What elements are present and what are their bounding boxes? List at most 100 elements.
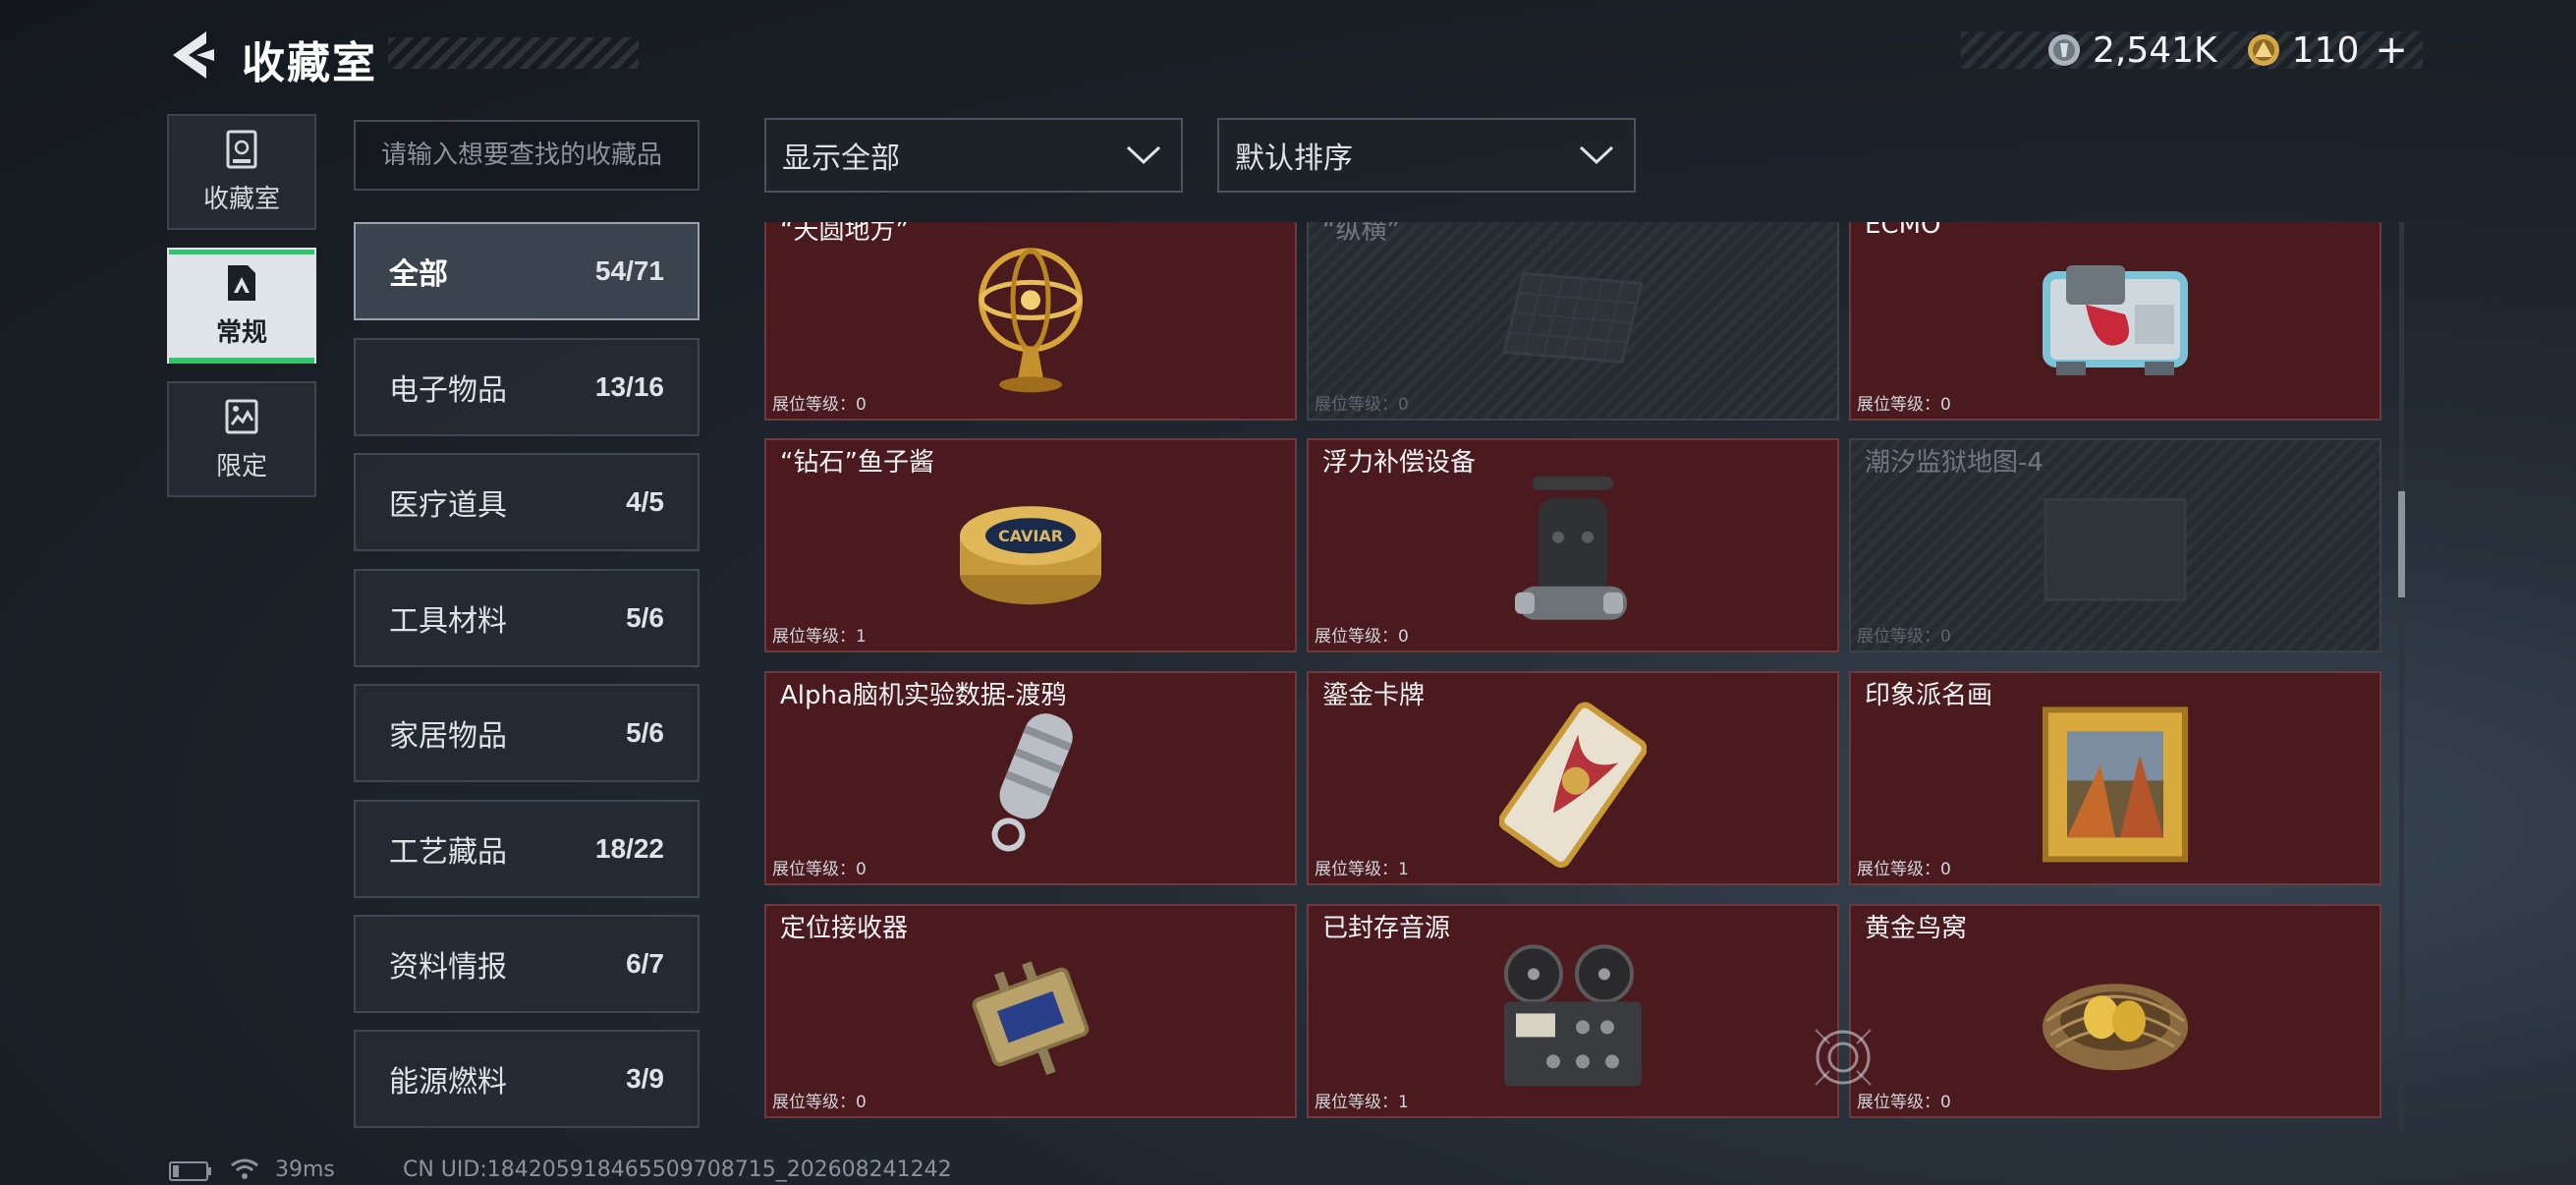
booth-level: 展位等级：0 — [1857, 627, 1951, 647]
item-card[interactable]: 已封存音源 展位等级：1 — [1307, 904, 1839, 1118]
collection-grid[interactable]: “天圆地方” 展位等级：0 “纵横” 展位等级：0 ECMO 展位等级：0 “钻… — [764, 222, 2381, 1132]
ecmo-machine-icon — [2043, 265, 2188, 375]
category-name: 工具材料 — [389, 604, 507, 639]
side-tab-regular[interactable]: 常规 — [167, 248, 316, 364]
side-tab-label: 常规 — [215, 317, 267, 348]
buoyancy-device-icon — [1515, 476, 1627, 620]
item-card-locked[interactable]: 潮汐监狱地图-4 展位等级：0 — [1849, 438, 2381, 652]
item-name: 定位接收器 — [780, 914, 909, 943]
side-tab-collection-room[interactable]: 收藏室 — [167, 114, 316, 230]
category-medical[interactable]: 医疗道具 4/5 — [354, 453, 700, 551]
booth-level: 展位等级：1 — [1315, 860, 1409, 879]
side-tab-label: 收藏室 — [202, 184, 280, 214]
sort-dropdown[interactable]: 默认排序 — [1217, 118, 1636, 193]
locator-receiver-icon — [972, 961, 1090, 1076]
grid-scrollbar[interactable] — [2399, 222, 2404, 1132]
gilded-card-icon — [1499, 702, 1647, 869]
booth-level: 展位等级：0 — [772, 395, 867, 415]
category-electronics[interactable]: 电子物品 13/16 — [354, 338, 700, 436]
category-name: 全部 — [389, 257, 448, 292]
category-name: 医疗道具 — [389, 488, 507, 523]
silver-coin-amount: 2,541K — [2093, 29, 2217, 71]
title-decoration — [388, 37, 639, 69]
category-count: 13/16 — [594, 371, 664, 402]
tape-recorder-icon — [1504, 944, 1642, 1087]
item-name: “钻石”鱼子酱 — [780, 448, 934, 478]
filter-dropdown-value: 显示全部 — [782, 141, 900, 176]
booth-level: 展位等级：1 — [1315, 1093, 1409, 1112]
item-name: “天圆地方” — [780, 222, 909, 246]
category-tools[interactable]: 工具材料 5/6 — [354, 569, 700, 667]
map-icon — [2044, 497, 2187, 601]
category-name: 能源燃料 — [389, 1065, 507, 1100]
item-card[interactable]: 印象派名画 展位等级：0 — [1849, 671, 2381, 885]
wifi-icon — [231, 1158, 258, 1179]
category-count: 5/6 — [626, 717, 664, 748]
gold-coin-amount: 110 — [2291, 29, 2360, 71]
armillary-sphere-icon — [979, 248, 1083, 393]
category-intel[interactable]: 资料情报 6/7 — [354, 915, 700, 1013]
category-household[interactable]: 家居物品 5/6 — [354, 684, 700, 782]
grid-scrollbar-thumb[interactable] — [2398, 491, 2405, 597]
item-name: 鎏金卡牌 — [1322, 681, 1426, 710]
caviar-tin-icon: CAVIAR — [960, 506, 1101, 605]
booth-level: 展位等级：0 — [1315, 627, 1409, 647]
item-name: ECMO — [1865, 222, 1941, 240]
back-arrow-icon[interactable] — [167, 28, 220, 83]
category-name: 电子物品 — [389, 373, 507, 408]
chessboard-icon — [1502, 271, 1644, 365]
category-energy[interactable]: 能源燃料 3/9 — [354, 1030, 700, 1128]
page-title: 收藏室 — [242, 38, 377, 88]
data-capsule-icon — [991, 713, 1073, 852]
booth-level: 展位等级：0 — [1857, 860, 1951, 879]
item-card[interactable]: “天圆地方” 展位等级：0 — [764, 222, 1297, 421]
item-card[interactable]: 黄金鸟窝 展位等级：0 — [1849, 904, 2381, 1118]
target-icon[interactable] — [1808, 1022, 1878, 1093]
search-input[interactable] — [354, 120, 700, 191]
booth-level: 展位等级：0 — [1315, 395, 1409, 415]
gold-coin-icon — [2247, 34, 2279, 66]
category-all[interactable]: 全部 54/71 — [354, 222, 700, 320]
item-name: 黄金鸟窝 — [1865, 914, 1968, 943]
item-name: “纵横” — [1322, 222, 1400, 246]
category-crafts[interactable]: 工艺藏品 18/22 — [354, 800, 700, 898]
booth-level: 展位等级：0 — [772, 1093, 867, 1112]
item-card[interactable]: 浮力补偿设备 展位等级：0 — [1307, 438, 1839, 652]
side-tab-limited[interactable]: 限定 — [167, 381, 316, 497]
item-card[interactable]: ECMO 展位等级：0 — [1849, 222, 2381, 421]
category-count: 4/5 — [626, 486, 664, 517]
item-name: 潮汐监狱地图-4 — [1865, 448, 2044, 478]
ping-text: 39ms — [275, 1157, 335, 1182]
side-tab-label: 限定 — [215, 451, 267, 481]
item-card[interactable]: 定位接收器 展位等级：0 — [764, 904, 1297, 1118]
item-name: 浮力补偿设备 — [1322, 448, 1477, 478]
uid-text: CN UID:18420591846550970871​5_2026082412… — [403, 1157, 952, 1182]
svg-text:CAVIAR: CAVIAR — [998, 527, 1063, 545]
battery-icon — [169, 1161, 211, 1181]
item-card[interactable]: 鎏金卡牌 展位等级：1 — [1307, 671, 1839, 885]
filter-dropdown[interactable]: 显示全部 — [764, 118, 1183, 193]
category-name: 资料情报 — [389, 950, 507, 985]
category-count: 3/9 — [626, 1063, 664, 1094]
item-name: 印象派名画 — [1865, 681, 1993, 710]
sort-dropdown-value: 默认排序 — [1235, 141, 1353, 176]
item-card[interactable]: “钻石”鱼子酱 CAVIAR 展位等级：1 — [764, 438, 1297, 652]
category-count: 18/22 — [594, 833, 664, 864]
category-name: 工艺藏品 — [389, 835, 507, 870]
limited-icon — [225, 399, 258, 433]
item-card-locked[interactable]: “纵横” 展位等级：0 — [1307, 222, 1839, 421]
add-currency-button[interactable]: + — [2375, 28, 2408, 73]
item-card[interactable]: Alpha脑机实验数据-渡鸦 展位等级：0 — [764, 671, 1297, 885]
category-name: 家居物品 — [389, 719, 507, 754]
regular-icon — [228, 264, 255, 301]
collection-room-icon — [226, 130, 257, 168]
category-count: 54/71 — [594, 255, 664, 286]
booth-level: 展位等级：1 — [772, 627, 867, 647]
booth-level: 展位等级：0 — [772, 860, 867, 879]
chevron-down-icon — [1579, 145, 1614, 165]
chevron-down-icon — [1126, 145, 1161, 165]
currency-bar: 2,541K 110 + — [2047, 28, 2408, 73]
item-name: 已封存音源 — [1322, 914, 1451, 943]
silver-coin-icon — [2048, 34, 2080, 66]
category-count: 6/7 — [626, 948, 664, 979]
